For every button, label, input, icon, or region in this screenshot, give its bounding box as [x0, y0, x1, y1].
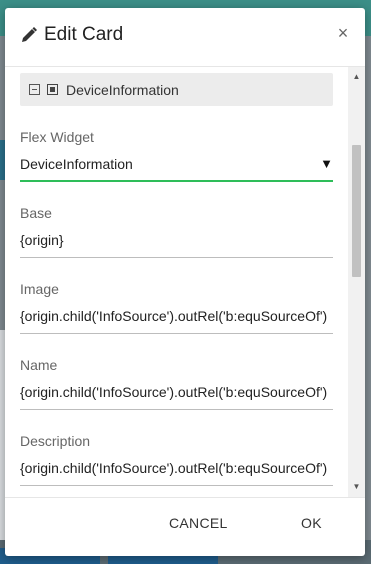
edit-card-dialog: Edit Card × DeviceInformation Flex Widge…: [5, 8, 365, 556]
flex-widget-field: Flex Widget DeviceInformation ▼: [20, 129, 333, 182]
cancel-button[interactable]: CANCEL: [169, 515, 228, 531]
description-input[interactable]: {origin.child('InfoSource').outRel('b:eq…: [20, 459, 333, 486]
flex-widget-label: Flex Widget: [20, 129, 94, 145]
base-input[interactable]: {origin}: [20, 231, 333, 258]
vertical-scrollbar[interactable]: ▲ ▼: [348, 67, 365, 497]
name-input[interactable]: {origin.child('InfoSource').outRel('b:eq…: [20, 383, 333, 410]
dialog-footer: CANCEL OK: [5, 497, 365, 556]
ok-button[interactable]: OK: [301, 515, 322, 531]
dropdown-arrow-icon[interactable]: ▼: [320, 155, 333, 173]
scrollbar-thumb[interactable]: [352, 145, 361, 277]
name-field: Name {origin.child('InfoSource').outRel(…: [20, 357, 333, 410]
flex-widget-select[interactable]: DeviceInformation ▼: [20, 155, 333, 182]
pencil-icon: [22, 27, 37, 42]
flex-widget-value: DeviceInformation: [20, 156, 133, 172]
chip-icon: [47, 84, 58, 95]
close-icon[interactable]: ×: [335, 23, 351, 43]
image-label: Image: [20, 281, 59, 297]
dialog-body: DeviceInformation Flex Widget DeviceInfo…: [5, 66, 365, 498]
image-field: Image {origin.child('InfoSource').outRel…: [20, 281, 333, 334]
tree-node[interactable]: DeviceInformation: [20, 73, 333, 106]
scroll-down-icon[interactable]: ▼: [348, 481, 365, 493]
form-content: DeviceInformation Flex Widget DeviceInfo…: [20, 73, 333, 486]
name-label: Name: [20, 357, 58, 373]
description-label: Description: [20, 433, 91, 449]
dialog-title-wrap: Edit Card: [20, 24, 123, 46]
image-input[interactable]: {origin.child('InfoSource').outRel('b:eq…: [20, 307, 333, 334]
base-label: Base: [20, 205, 52, 221]
tree-node-label: DeviceInformation: [66, 81, 179, 98]
dialog-header: Edit Card ×: [5, 8, 365, 64]
scroll-up-icon[interactable]: ▲: [348, 71, 365, 83]
description-field: Description {origin.child('InfoSource').…: [20, 433, 333, 486]
base-field: Base {origin}: [20, 205, 333, 258]
dialog-title: Edit Card: [44, 24, 124, 45]
minus-box-icon[interactable]: [29, 84, 40, 95]
